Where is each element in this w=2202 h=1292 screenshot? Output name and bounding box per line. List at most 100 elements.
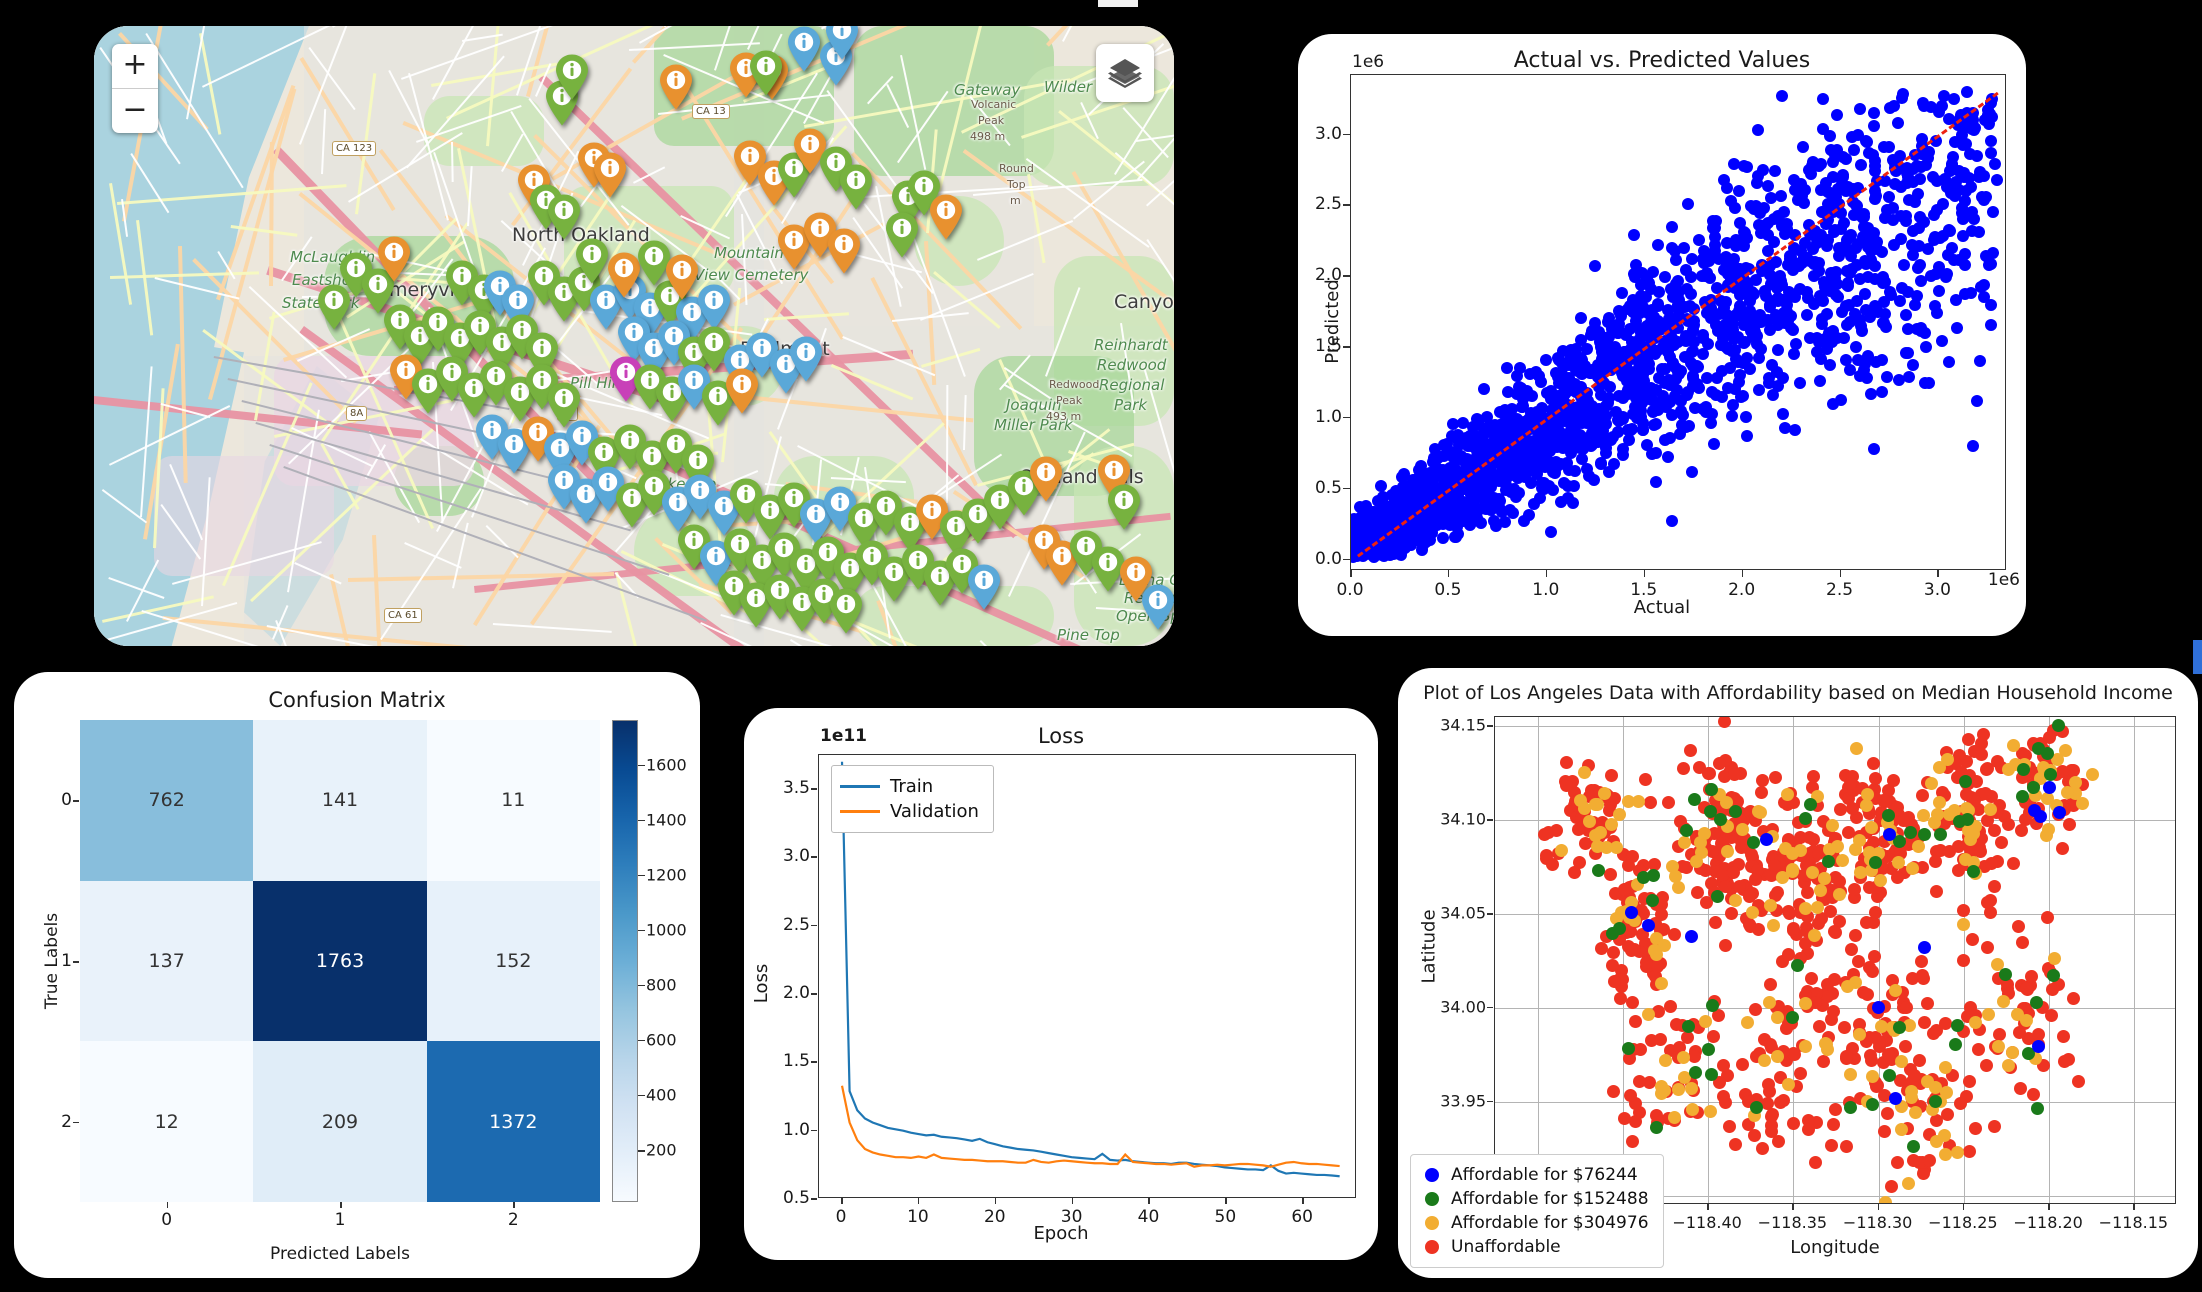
scatter-point [1946, 241, 1959, 254]
scatter-point [1823, 358, 1836, 371]
scatter-point [1696, 347, 1709, 360]
la-point [1628, 1015, 1642, 1029]
map-marker-pin[interactable] [377, 236, 411, 282]
la-point [1899, 1001, 1913, 1015]
scatter-point [1840, 299, 1853, 312]
colorbar-tick: 600 [646, 1030, 677, 1050]
map-marker-pin[interactable] [967, 564, 1001, 610]
scatter-point [1749, 273, 1762, 286]
loss-xtick: 60 [1291, 1207, 1314, 1227]
zoom-out-button[interactable]: − [112, 89, 158, 133]
map-marker-pin[interactable] [697, 284, 731, 330]
right-scrollbar-thumb[interactable] [2193, 640, 2202, 674]
scatter-point [1942, 223, 1955, 236]
map-marker-pin[interactable] [575, 238, 609, 284]
map-marker-pin[interactable] [547, 194, 581, 240]
map-marker-pin[interactable] [665, 254, 699, 300]
map-label: Top [1007, 178, 1026, 191]
map-marker-pin[interactable] [1029, 456, 1063, 502]
map-marker-pin[interactable] [827, 228, 861, 274]
scatter-point [1569, 434, 1582, 447]
la-point [1891, 1156, 1904, 1170]
scatter-point [1665, 220, 1678, 233]
map-zoom-controls[interactable]: + − [112, 44, 158, 133]
scatter-title: Actual vs. Predicted Values [1513, 48, 1811, 73]
la-point [1750, 1101, 1764, 1114]
map-marker-pin[interactable] [593, 152, 627, 198]
map-marker-pin[interactable] [1141, 584, 1174, 630]
la-point [1709, 916, 1723, 930]
confusion-ytick: 0 [61, 790, 72, 811]
scatter-ytick: 1.5 [1314, 336, 1342, 357]
layers-icon[interactable] [1096, 44, 1154, 102]
la-point [1915, 968, 1929, 982]
scatter-point [1658, 434, 1671, 447]
la-point [1853, 865, 1867, 879]
la-point [1861, 988, 1875, 1002]
loss-ytickmark [811, 993, 817, 995]
scatter-point [1599, 446, 1612, 459]
map-marker-pin[interactable] [725, 368, 759, 414]
la-point [2014, 1082, 2028, 1096]
map-marker-pin[interactable] [607, 252, 641, 298]
scatter-point [1701, 266, 1714, 279]
map-marker-pin[interactable] [1107, 484, 1141, 530]
la-point [1705, 999, 1719, 1013]
la-point [2053, 805, 2067, 819]
confusion-ytick: 1 [61, 951, 72, 971]
la-point [1953, 1097, 1967, 1111]
map-label: 493 m [1046, 410, 1082, 423]
map-marker-pin[interactable] [825, 26, 859, 60]
la-point [1642, 1007, 1656, 1021]
la-point-affordable-76244 [1889, 1091, 1903, 1105]
scatter-point [1626, 305, 1639, 318]
map-marker-pin[interactable] [829, 588, 863, 634]
scatter-x-offset: 1e6 [1987, 570, 2020, 590]
la-point [1787, 1116, 1801, 1130]
scatter-point [1907, 358, 1920, 371]
la-point [2029, 995, 2043, 1009]
la-point [1650, 960, 1664, 974]
map-panel[interactable]: McLaughlinEastshoreState ParkEmeryvilleN… [94, 26, 1174, 646]
scatter-xtickmark [1447, 570, 1450, 577]
scatter-point [1648, 418, 1661, 431]
la-point [1807, 928, 1821, 942]
map-marker-pin[interactable] [929, 194, 963, 240]
la-point [2020, 981, 2034, 995]
map-marker-pin[interactable] [749, 50, 783, 96]
confusion-cell: 762 [80, 720, 254, 881]
scatter-point [1437, 512, 1450, 525]
map-marker-pin[interactable] [885, 212, 919, 258]
map-label: Redwood [1049, 378, 1100, 391]
la-point [1614, 991, 1628, 1005]
zoom-in-button[interactable]: + [112, 44, 158, 89]
map-marker-pin[interactable] [787, 26, 821, 72]
la-point [1639, 773, 1653, 787]
scatter-point [1616, 411, 1629, 424]
map-marker-pin[interactable] [555, 54, 589, 100]
la-point [1877, 1124, 1891, 1138]
scatter-ytick: 0.5 [1314, 477, 1342, 498]
map-marker-pin[interactable] [659, 64, 693, 110]
la-point [1546, 858, 1560, 872]
scatter-xtickmark [1937, 570, 1939, 577]
la-point [1918, 828, 1932, 842]
scatter-point [1683, 420, 1696, 433]
scatter-point [1601, 316, 1614, 329]
scatter-point [1797, 140, 1810, 153]
la-point [1992, 1027, 2006, 1041]
la-ytick: 34.00 [1440, 997, 1486, 1017]
map-canvas[interactable]: McLaughlinEastshoreState ParkEmeryvilleN… [94, 26, 1174, 646]
map-marker-pin[interactable] [317, 284, 351, 330]
scatter-point [1768, 212, 1781, 225]
la-xtickmark [1962, 1204, 1965, 1210]
map-label: Pine Top [1057, 626, 1120, 644]
map-marker-pin[interactable] [789, 336, 823, 382]
scatter-point [1533, 492, 1546, 505]
map-marker-pin[interactable] [839, 164, 873, 210]
loss-legend-swatch [840, 785, 880, 788]
scatter-point [1915, 324, 1928, 337]
map-label: Redwood [1097, 356, 1167, 374]
scatter-point [1746, 319, 1759, 332]
la-point [1843, 1100, 1857, 1114]
